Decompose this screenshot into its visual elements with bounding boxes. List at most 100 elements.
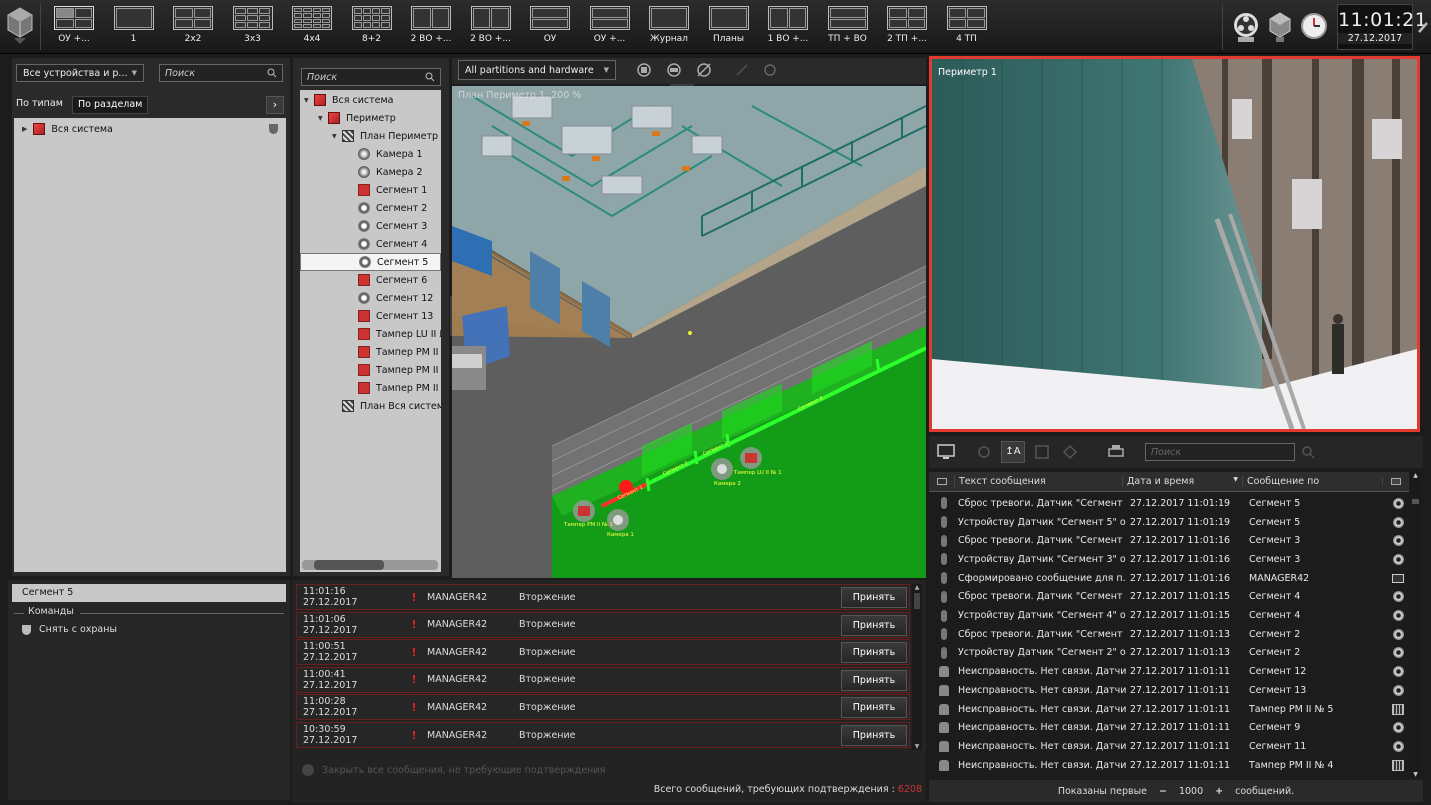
- tab-by-sections[interactable]: По разделам: [72, 96, 149, 114]
- close-all-messages[interactable]: Закрыть все сообщения, не требующие подт…: [302, 764, 605, 776]
- tree-item[interactable]: Сегмент 13: [300, 307, 441, 325]
- layers-button[interactable]: [664, 60, 684, 80]
- accept-button[interactable]: Принять: [841, 587, 907, 608]
- alarm-row[interactable]: 11:00:51 27.12.2017! MANAGER42 Вторжение Пр…: [296, 639, 910, 666]
- header-date[interactable]: Дата и время ▼: [1122, 476, 1242, 487]
- save-icon[interactable]: [1033, 444, 1051, 460]
- tree-item[interactable]: ▼ Периметр: [300, 109, 441, 127]
- expand-arrow-button[interactable]: ›: [266, 96, 284, 114]
- print-icon[interactable]: [1107, 444, 1125, 460]
- alarm-row[interactable]: 11:01:06 27.12.2017! MANAGER42 Вторжение Пр…: [296, 611, 910, 638]
- tree-item[interactable]: Тампер РМ II: [300, 343, 441, 361]
- tab-by-types[interactable]: По типам: [16, 98, 63, 114]
- layout-button-8[interactable]: ОУ: [522, 6, 578, 48]
- accept-button[interactable]: Принять: [841, 642, 907, 664]
- alarm-row[interactable]: 11:00:41 27.12.2017! MANAGER42 Вторжение Пр…: [296, 666, 910, 693]
- left-search-input[interactable]: Поиск: [159, 64, 283, 82]
- tree-item[interactable]: Сегмент 5: [300, 253, 441, 271]
- app-logo-icon[interactable]: [6, 6, 34, 46]
- layout-button-1[interactable]: 1: [106, 6, 162, 48]
- events-vscrollbar[interactable]: ▲ ▼: [1410, 472, 1421, 778]
- layout-button-0[interactable]: ОУ +...: [46, 6, 102, 48]
- plan-map[interactable]: План Периметр 1, 200 % Тампер РМ II № 1 …: [452, 86, 926, 578]
- event-row[interactable]: Сброс тревоги. Датчик "Сегмент 5" 27.12.2…: [930, 494, 1410, 513]
- zoom-fit-button[interactable]: [634, 60, 654, 80]
- tree-hscrollbar[interactable]: [302, 560, 438, 570]
- accept-button[interactable]: Принять: [841, 669, 907, 691]
- layout-button-2[interactable]: 2x2: [165, 6, 221, 48]
- event-row[interactable]: Устройству Датчик "Сегмент 2" от... 27.12…: [930, 644, 1410, 663]
- layout-button-13[interactable]: ТП + ВО: [820, 6, 876, 48]
- event-row[interactable]: Неисправность. Нет связи. Датчик... 27.12…: [930, 756, 1410, 775]
- tree-item[interactable]: ▼ Вся система: [300, 91, 441, 109]
- tree-item[interactable]: Тампер РМ II: [300, 361, 441, 379]
- tree-item[interactable]: Сегмент 4: [300, 235, 441, 253]
- hide-button[interactable]: [694, 60, 714, 80]
- clock-icon[interactable]: [1300, 10, 1328, 44]
- event-row[interactable]: Неисправность. Нет связи. Датчик... 27.12…: [930, 700, 1410, 719]
- tree-item[interactable]: План Вся система 1: [300, 397, 441, 415]
- tree-item[interactable]: Камера 2: [300, 163, 441, 181]
- layout-button-3[interactable]: 3x3: [225, 6, 281, 48]
- event-row[interactable]: Сформировано сообщение для п... 27.12.201…: [930, 569, 1410, 588]
- tree-item[interactable]: Сегмент 6: [300, 271, 441, 289]
- event-row[interactable]: Устройству Датчик "Сегмент 3" от... 27.12…: [930, 550, 1410, 569]
- video-wall-icon[interactable]: [1232, 10, 1260, 44]
- video-view[interactable]: Периметр 1: [929, 56, 1420, 432]
- search-icon[interactable]: [1301, 445, 1315, 459]
- event-row[interactable]: Сброс тревоги. Датчик "Сегмент 2" 27.12.2…: [930, 625, 1410, 644]
- alarms-vscrollbar[interactable]: ▲ ▼: [912, 584, 922, 750]
- header-text[interactable]: Текст сообщения: [954, 476, 1122, 487]
- alarm-row[interactable]: 10:30:59 27.12.2017! MANAGER42 Вторжение Пр…: [296, 722, 910, 748]
- accept-button[interactable]: Принять: [841, 697, 907, 719]
- accept-button[interactable]: Принять: [841, 614, 907, 636]
- monitor-icon[interactable]: [937, 444, 955, 460]
- layout-button-14[interactable]: 2 ТП +...: [879, 6, 935, 48]
- events-search-input[interactable]: Поиск: [1145, 443, 1295, 461]
- increase-count-button[interactable]: +: [1215, 786, 1223, 797]
- tree-item[interactable]: Сегмент 2: [300, 199, 441, 217]
- event-row[interactable]: Устройству Датчик "Сегмент 4" от... 27.12…: [930, 606, 1410, 625]
- device-filter-select[interactable]: Все устройства и р... ▼: [16, 64, 144, 82]
- pin-icon[interactable]: [1417, 20, 1429, 34]
- accept-button[interactable]: Принять: [841, 725, 907, 746]
- footer-count[interactable]: 1000: [1179, 786, 1203, 797]
- decrease-count-button[interactable]: −: [1159, 786, 1167, 797]
- layout-button-12[interactable]: 1 ВО +...: [760, 6, 816, 48]
- tree-item[interactable]: Тампер РМ II: [300, 379, 441, 397]
- layout-button-15[interactable]: 4 ТП: [939, 6, 995, 48]
- edit-button[interactable]: [732, 60, 752, 80]
- layout-button-7[interactable]: 2 ВО +...: [463, 6, 519, 48]
- layout-button-6[interactable]: 2 ВО +...: [403, 6, 459, 48]
- alarm-row[interactable]: 11:01:16 27.12.2017! MANAGER42 Вторжение Пр…: [296, 584, 910, 610]
- event-row[interactable]: Сброс тревоги. Датчик "Сегмент 4" 27.12.2…: [930, 588, 1410, 607]
- event-row[interactable]: Неисправность. Нет связи. Датчик... 27.12…: [930, 737, 1410, 756]
- event-row[interactable]: Сброс тревоги. Датчик "Сегмент 3" 27.12.2…: [930, 531, 1410, 550]
- filter-icon[interactable]: [1061, 444, 1079, 460]
- layout-button-11[interactable]: Планы: [701, 6, 757, 48]
- tree-item-root[interactable]: ▶ Вся система: [14, 120, 286, 138]
- tree-search-input[interactable]: Поиск: [301, 68, 441, 86]
- layout-button-10[interactable]: Журнал: [641, 6, 697, 48]
- tree-item[interactable]: Сегмент 1: [300, 181, 441, 199]
- event-row[interactable]: Неисправность. Нет связи. Датчик... 27.12…: [930, 718, 1410, 737]
- disarm-command[interactable]: Снять с охраны: [22, 624, 117, 635]
- autoscroll-button[interactable]: ↥A: [1001, 441, 1025, 463]
- tree-item[interactable]: Камера 1: [300, 145, 441, 163]
- header-source[interactable]: Сообщение по: [1242, 476, 1382, 487]
- layout-button-4[interactable]: 4x4: [284, 6, 340, 48]
- refresh-icon[interactable]: [975, 444, 993, 460]
- layout-button-9[interactable]: ОУ +...: [582, 6, 638, 48]
- partition-select[interactable]: All partitions and hardware ▼: [458, 60, 616, 80]
- rotate-button[interactable]: [760, 60, 780, 80]
- tree-item[interactable]: Тампер LU II №: [300, 325, 441, 343]
- alarm-row[interactable]: 11:00:28 27.12.2017! MANAGER42 Вторжение Пр…: [296, 694, 910, 721]
- network-icon[interactable]: [1266, 10, 1294, 44]
- event-row[interactable]: Неисправность. Нет связи. Датчик... 27.12…: [930, 681, 1410, 700]
- tree-item[interactable]: ▼ План Периметр 1: [300, 127, 441, 145]
- tree-item[interactable]: Сегмент 3: [300, 217, 441, 235]
- tree-item[interactable]: Сегмент 12: [300, 289, 441, 307]
- event-row[interactable]: Устройству Датчик "Сегмент 5" от... 27.12…: [930, 513, 1410, 532]
- event-row[interactable]: Неисправность. Нет связи. Датчик... 27.12…: [930, 662, 1410, 681]
- layout-button-5[interactable]: 8+2: [344, 6, 400, 48]
